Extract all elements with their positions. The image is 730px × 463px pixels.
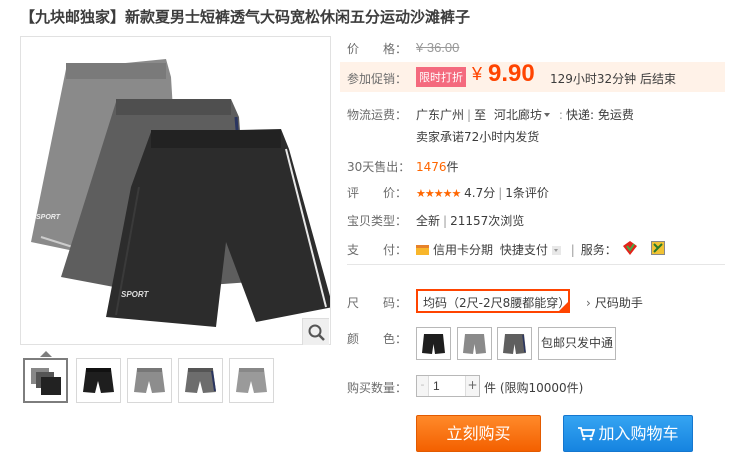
credit-card-icon bbox=[416, 245, 429, 255]
installment-link[interactable]: 信用卡分期 bbox=[433, 243, 493, 257]
current-price: 9.90 bbox=[488, 60, 535, 87]
section-divider bbox=[347, 264, 725, 265]
quantity-increment-button[interactable]: + bbox=[465, 376, 479, 396]
main-product-image[interactable]: SPORT SPORT bbox=[20, 36, 331, 345]
promo-label: 参加促销： bbox=[347, 72, 408, 86]
chevron-right-icon: › bbox=[586, 296, 591, 310]
rating-value: ★★★★★ 4.7分 | 1条评价 bbox=[416, 186, 549, 200]
thumbnail-5[interactable] bbox=[229, 358, 274, 403]
service-guarantee-icon[interactable] bbox=[622, 240, 638, 256]
zoom-button[interactable] bbox=[302, 318, 329, 345]
quantity-decrement-button[interactable]: - bbox=[417, 376, 429, 396]
service-badge-icon[interactable] bbox=[651, 241, 665, 255]
quick-pay-dropdown-icon[interactable] bbox=[551, 246, 561, 255]
promo-tag: 限时打折 bbox=[416, 67, 466, 87]
quantity-input[interactable]: 1 bbox=[433, 379, 440, 393]
cart-icon bbox=[578, 427, 596, 441]
thumbnail-2[interactable] bbox=[76, 358, 121, 403]
shipping-promise: 卖家承诺72小时内发货 bbox=[416, 130, 540, 144]
item-type-label: 宝贝类型： bbox=[347, 214, 408, 228]
size-option-selected[interactable]: 均码（2尺-2尺8腰都能穿） bbox=[416, 289, 570, 313]
add-to-cart-button[interactable]: 加入购物车 bbox=[563, 415, 693, 452]
review-count-link[interactable]: 1条评价 bbox=[505, 186, 549, 200]
view-count: 21157次浏览 bbox=[450, 214, 525, 228]
service-label: 服务： bbox=[580, 243, 617, 257]
quantity-stepper: - 1 + bbox=[416, 375, 480, 397]
buy-now-label: 立刻购买 bbox=[446, 424, 511, 443]
add-to-cart-label: 加入购物车 bbox=[598, 424, 679, 443]
shipping-destination[interactable]: 河北廊坊 bbox=[494, 108, 542, 122]
product-title-tag: 【九块邮独家】 bbox=[20, 8, 126, 26]
rating-label: 评 价： bbox=[347, 186, 408, 200]
color-swatch-black[interactable] bbox=[416, 327, 451, 360]
shorts-illustration: SPORT SPORT bbox=[31, 59, 330, 327]
product-title: 【九块邮独家】新款夏男士短裤透气大码宽松休闲五分运动沙滩裤子 bbox=[20, 6, 470, 27]
color-option-text[interactable]: 包邮只发中通 bbox=[538, 327, 616, 360]
quantity-label: 购买数量： bbox=[347, 381, 408, 395]
sales-count: 1476 bbox=[416, 160, 447, 174]
sales-unit: 件 bbox=[446, 160, 459, 174]
payment-options: 信用卡分期 快捷支付 | 服务： bbox=[416, 241, 617, 258]
shipping-route: 广东广州 | 至 河北廊坊: 快递: 免运费 bbox=[416, 108, 634, 122]
color-swatch-grey[interactable] bbox=[457, 327, 492, 360]
shipping-label: 物流运费： bbox=[347, 108, 408, 122]
quantity-limit-text: 件 (限购10000件) bbox=[484, 381, 584, 395]
selected-check-icon bbox=[559, 302, 568, 311]
chevron-down-icon[interactable] bbox=[543, 113, 550, 117]
color-label: 颜 色： bbox=[347, 332, 408, 346]
payment-label: 支 付： bbox=[347, 243, 408, 257]
item-condition: 全新 bbox=[416, 214, 441, 228]
sales-value: 1476件 bbox=[416, 158, 459, 175]
rating-score: 4.7分 bbox=[464, 186, 496, 200]
color-swatch-dark-grey[interactable] bbox=[497, 327, 532, 360]
shipping-origin: 广东广州 bbox=[416, 108, 465, 122]
quick-pay-link[interactable]: 快捷支付 bbox=[500, 243, 548, 257]
item-type-value: 全新 | 21157次浏览 bbox=[416, 214, 525, 228]
shipping-to: 至 bbox=[474, 108, 487, 122]
currency-symbol: ¥ bbox=[472, 64, 483, 84]
size-helper-text: 尺码助手 bbox=[594, 296, 643, 310]
shipping-fee: 快递: 免运费 bbox=[565, 108, 634, 122]
magnifier-icon bbox=[308, 324, 325, 341]
thumbnail-3[interactable] bbox=[127, 358, 172, 403]
active-thumb-caret bbox=[40, 351, 52, 357]
buy-now-button[interactable]: 立刻购买 bbox=[416, 415, 541, 452]
promo-countdown: 129小时32分钟 后结束 bbox=[550, 72, 676, 86]
sales-label: 30天售出： bbox=[347, 160, 411, 174]
svg-text:SPORT: SPORT bbox=[36, 214, 61, 221]
thumbnail-1[interactable] bbox=[23, 358, 68, 403]
thumbnail-4[interactable] bbox=[178, 358, 223, 403]
price-label: 价 格： bbox=[347, 42, 408, 56]
original-price: ¥ 36.00 bbox=[416, 40, 460, 55]
star-rating-icon: ★★★★★ bbox=[416, 187, 461, 200]
size-option-text: 均码（2尺-2尺8腰都能穿） bbox=[423, 296, 570, 310]
sport-print: SPORT bbox=[121, 290, 150, 299]
size-helper-link[interactable]: › 尺码助手 bbox=[586, 294, 643, 311]
size-label: 尺 码： bbox=[347, 296, 408, 310]
product-title-text: 新款夏男士短裤透气大码宽松休闲五分运动沙滩裤子 bbox=[125, 8, 471, 26]
